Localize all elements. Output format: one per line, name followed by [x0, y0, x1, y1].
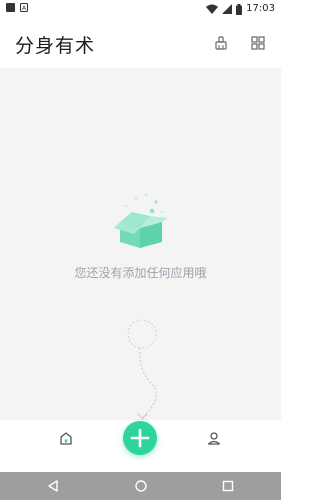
recents-icon[interactable]: [221, 479, 235, 493]
cleaner-icon[interactable]: [214, 36, 228, 50]
back-icon[interactable]: [46, 479, 60, 493]
a-notification-icon: A: [20, 3, 28, 12]
app-header: 分身有术: [0, 18, 281, 68]
page-title: 分身有术: [15, 35, 96, 57]
status-time: 17:03: [246, 3, 275, 14]
system-nav-bar: [0, 472, 281, 500]
guide-arrow-curve: [127, 319, 157, 420]
add-icon: [130, 428, 150, 448]
home-circle-icon[interactable]: [134, 479, 148, 493]
app-list-area: 您还没有添加任何应用哦: [0, 68, 281, 420]
battery-icon: [236, 3, 243, 15]
empty-state-message: 您还没有添加任何应用哦: [74, 266, 207, 280]
status-bar: A 17:03: [0, 0, 281, 18]
open-box-icon: [114, 193, 168, 248]
wifi-icon: [206, 4, 219, 14]
signal-icon: [222, 4, 233, 14]
profile-icon[interactable]: [207, 431, 221, 445]
home-icon[interactable]: [59, 431, 73, 445]
svg-text:A: A: [22, 5, 27, 12]
bottom-nav: [0, 420, 281, 472]
add-app-button[interactable]: [123, 421, 157, 455]
grid-icon[interactable]: [251, 36, 265, 50]
app-notification-icon: [6, 3, 15, 12]
